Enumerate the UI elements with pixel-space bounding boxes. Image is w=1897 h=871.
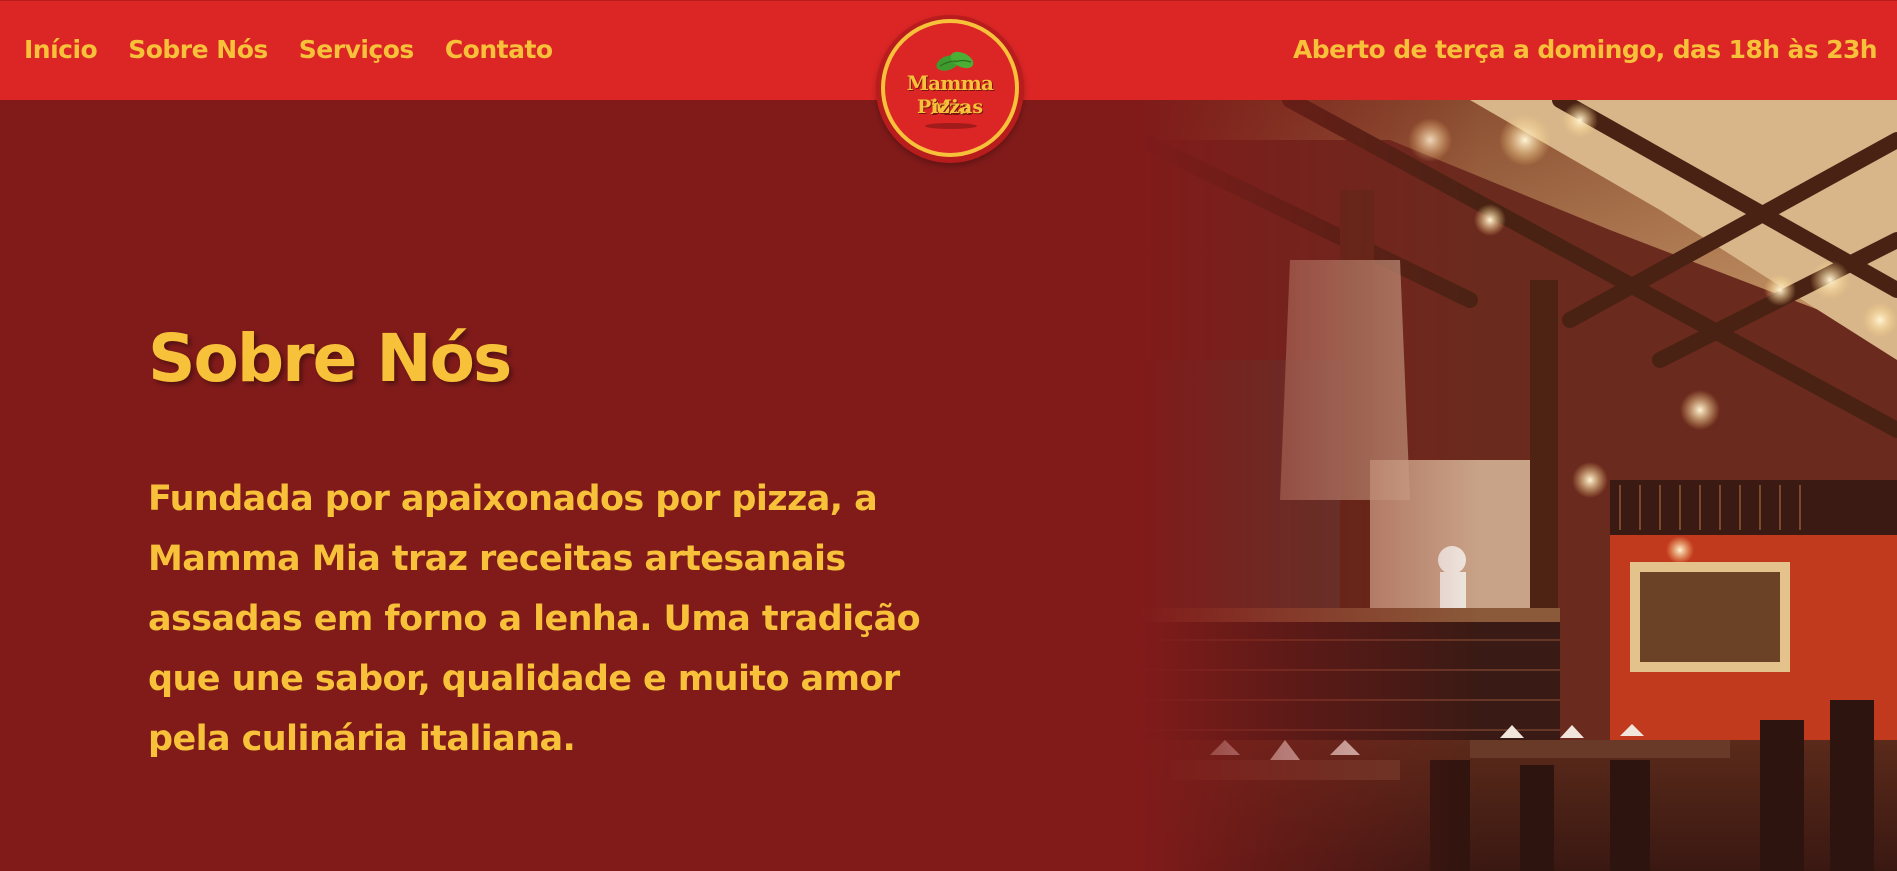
nav-link-sobre-nos[interactable]: Sobre Nós: [128, 35, 268, 64]
logo[interactable]: Mamma Mia Pizzas: [876, 15, 1024, 163]
nav-link-servicos[interactable]: Serviços: [299, 35, 415, 64]
main-nav: Início Sobre Nós Serviços Contato: [24, 35, 553, 64]
logo-badge: Mamma Mia Pizzas: [881, 19, 1019, 157]
opening-hours: Aberto de terça a domingo, das 18h às 23…: [1293, 35, 1878, 64]
nav-link-inicio[interactable]: Início: [24, 35, 98, 64]
logo-swoosh: [925, 123, 977, 129]
restaurant-photo: [1140, 100, 1897, 871]
nav-link-contato[interactable]: Contato: [445, 35, 553, 64]
page-title: Sobre Nós: [148, 320, 512, 397]
logo-text-pizzas: Pizzas: [916, 96, 984, 118]
about-description: Fundada por apaixonados por pizza, a Mam…: [148, 479, 921, 759]
photo-fade-overlay: [1140, 100, 1897, 871]
